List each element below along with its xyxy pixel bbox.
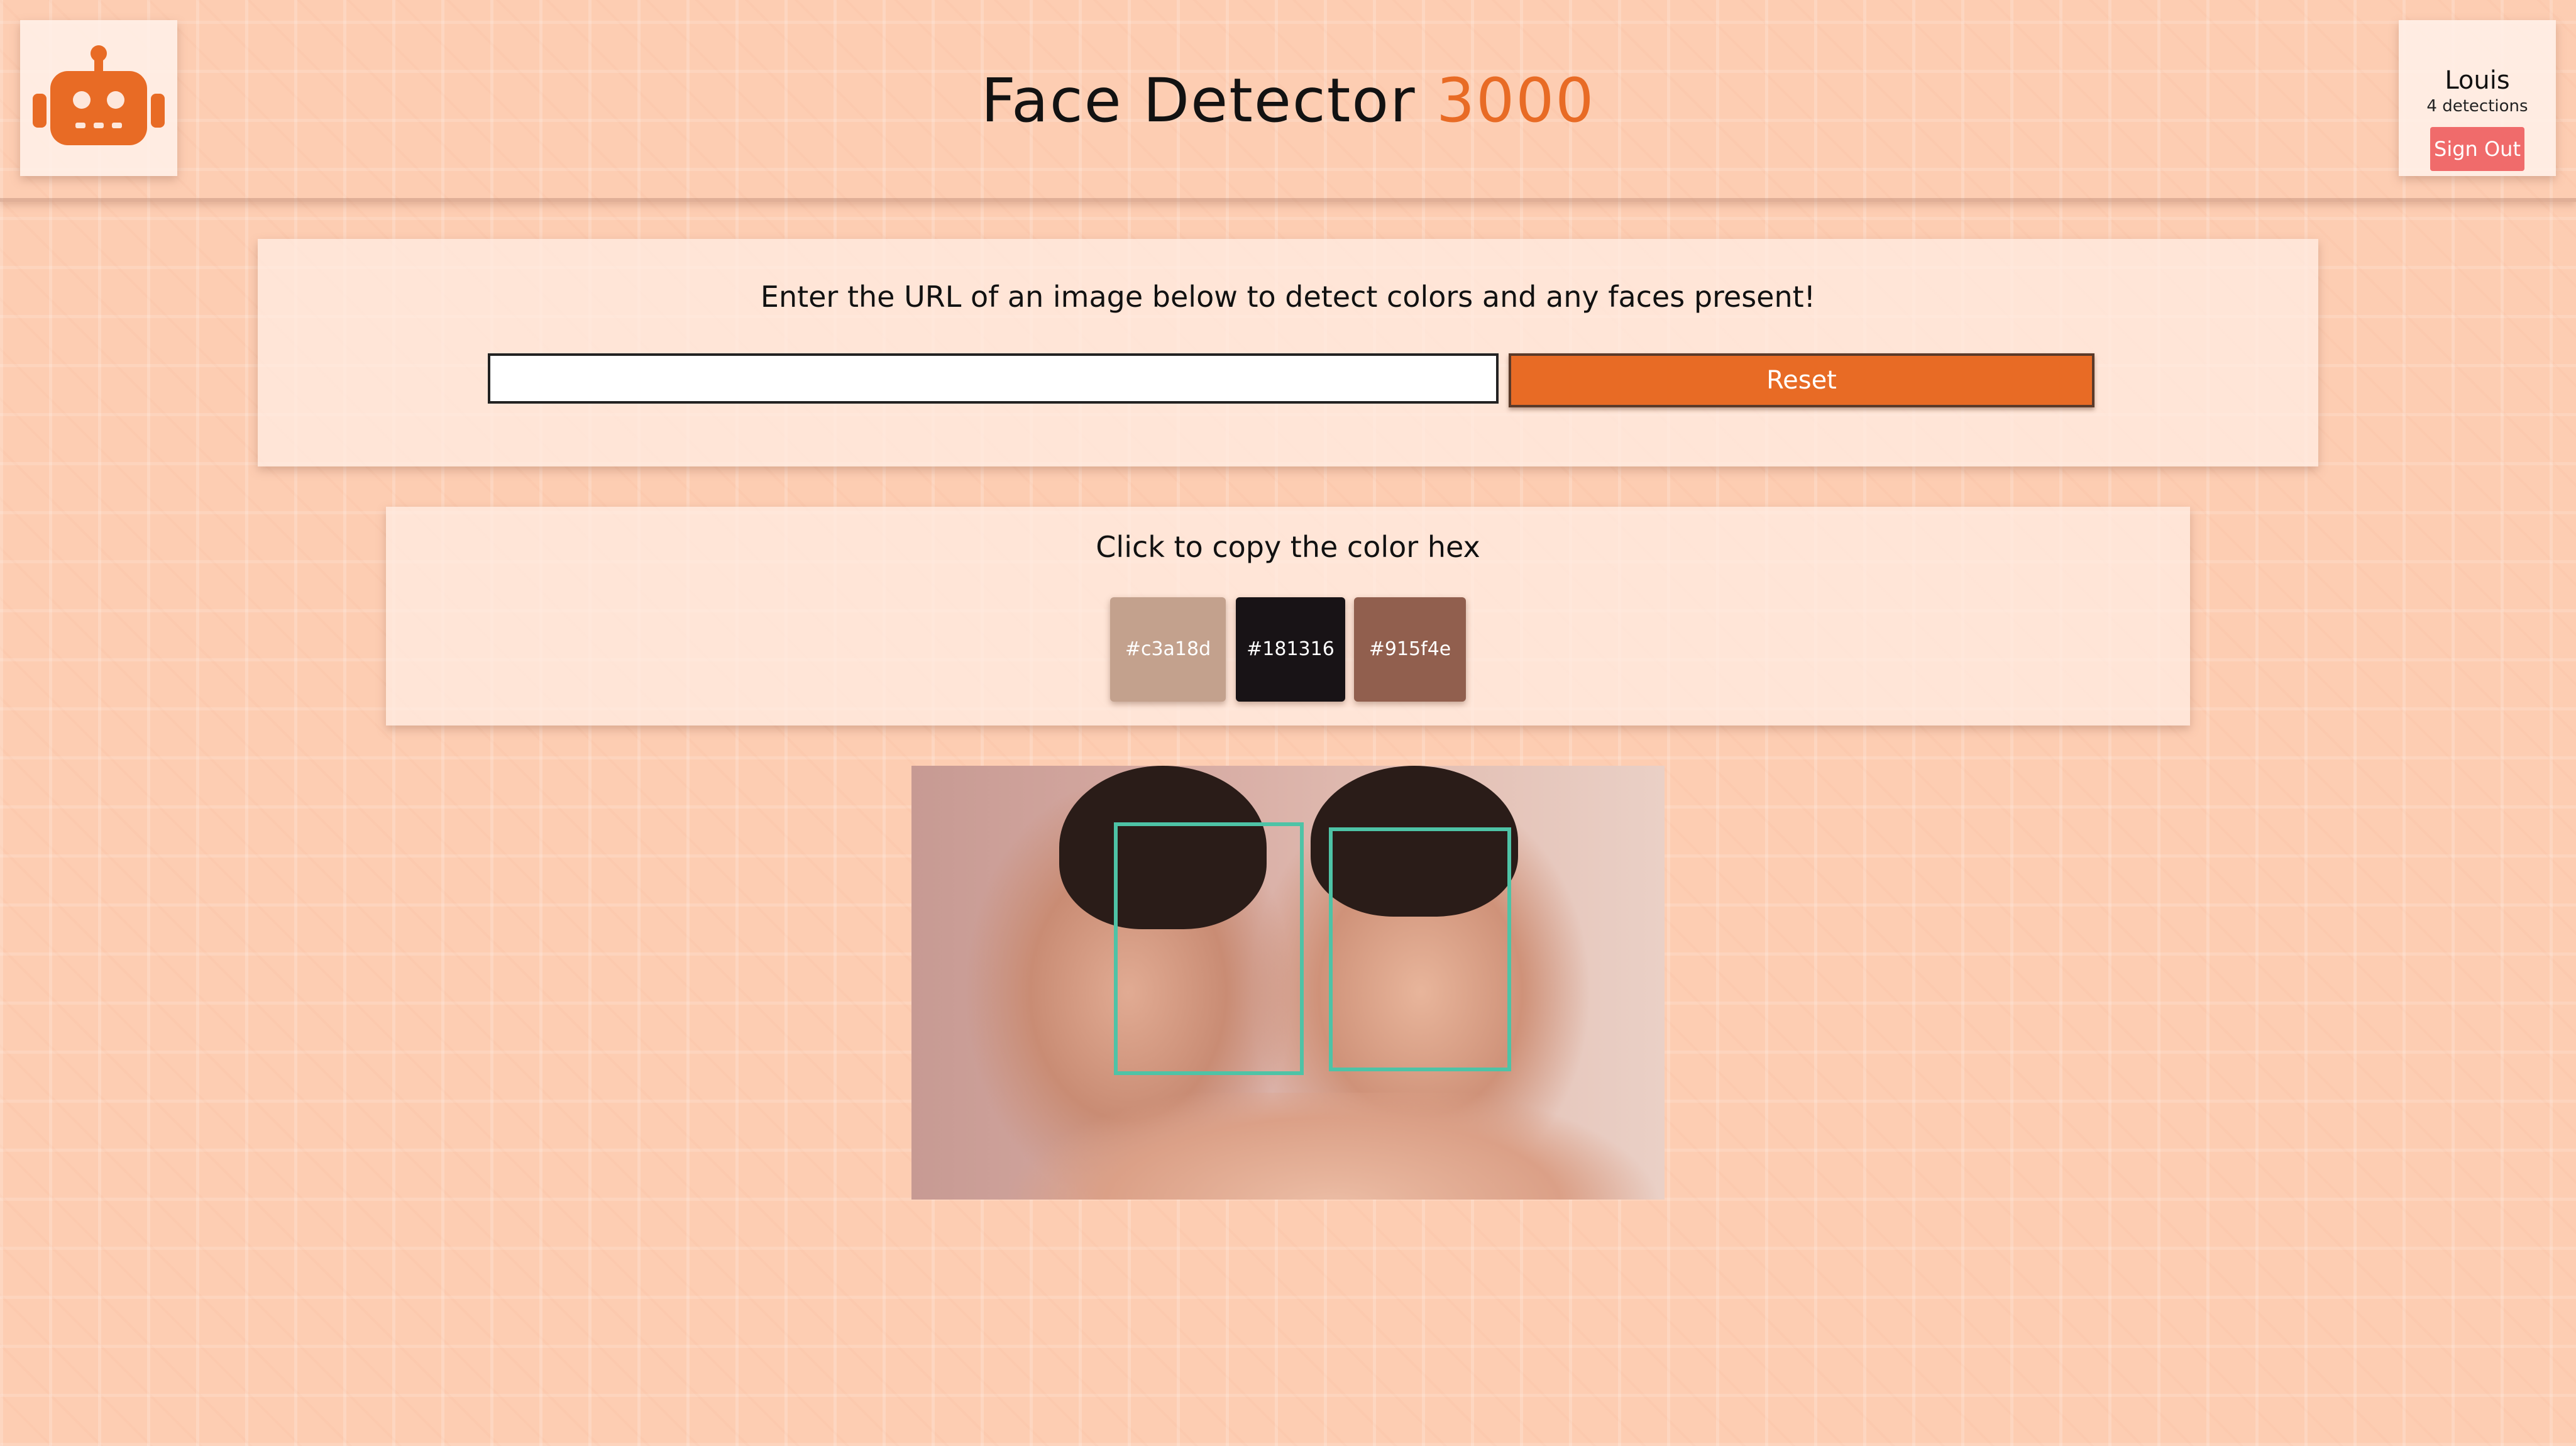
image-url-input[interactable] xyxy=(488,353,1499,404)
app-header: Face Detector 3000 Louis 4 detections Si… xyxy=(0,0,2576,202)
color-swatch[interactable]: #c3a18d xyxy=(1110,597,1226,702)
image-shoulders xyxy=(1006,1093,1665,1200)
color-palette-panel: Click to copy the color hex #c3a18d #181… xyxy=(386,507,2190,726)
detection-count: 4 detections xyxy=(2426,97,2528,116)
reset-button[interactable]: Reset xyxy=(1509,353,2094,407)
color-swatch[interactable]: #915f4e xyxy=(1354,597,1466,702)
face-bounding-box xyxy=(1329,827,1511,1071)
title-accent: 3000 xyxy=(1436,65,1595,136)
url-instructions: Enter the URL of an image below to detec… xyxy=(760,280,1816,314)
url-form-panel: Enter the URL of an image below to detec… xyxy=(258,239,2318,466)
page-title: Face Detector 3000 xyxy=(0,63,2576,138)
face-bounding-box xyxy=(1114,822,1304,1075)
title-main: Face Detector xyxy=(981,65,1416,136)
user-name: Louis xyxy=(2445,66,2510,95)
user-card: Louis 4 detections Sign Out xyxy=(2399,20,2556,176)
sign-out-button[interactable]: Sign Out xyxy=(2430,127,2524,171)
detected-image xyxy=(911,766,1665,1200)
color-swatch[interactable]: #181316 xyxy=(1236,597,1345,702)
palette-title: Click to copy the color hex xyxy=(1096,530,1480,564)
